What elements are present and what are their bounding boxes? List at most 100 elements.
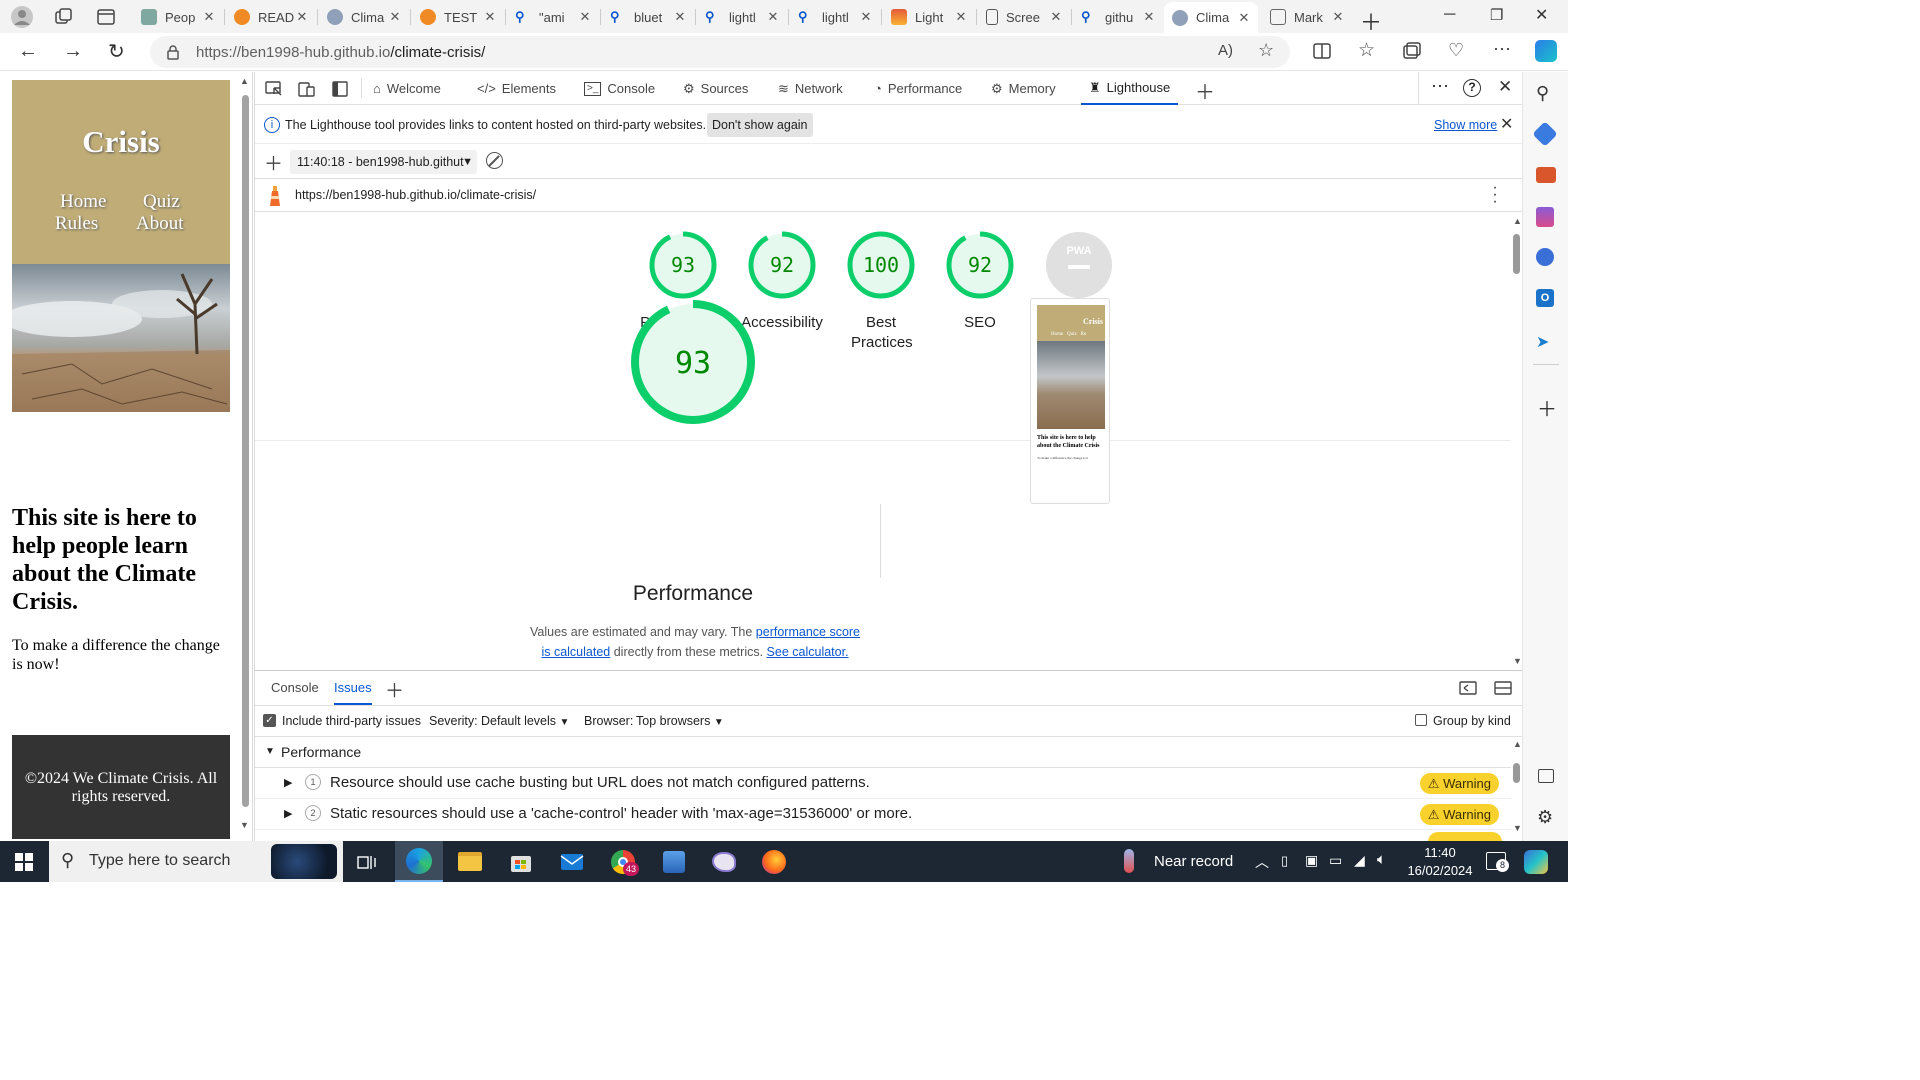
notification-center-icon[interactable]: 8 xyxy=(1486,852,1509,872)
browser-tab[interactable]: Mark ✕ xyxy=(1262,4,1352,30)
microsoft-store-icon[interactable] xyxy=(497,841,545,882)
mail-icon[interactable] xyxy=(548,841,596,882)
restore-icon[interactable]: ❐ xyxy=(1490,6,1503,24)
drawer-tab-issues[interactable]: Issues xyxy=(334,671,372,705)
firefox-icon[interactable] xyxy=(750,841,798,882)
close-tab-icon[interactable]: ✕ xyxy=(672,9,688,25)
nav-home-link[interactable]: Home xyxy=(60,191,106,213)
nav-about-link[interactable]: About xyxy=(136,213,184,235)
edge-taskbar-icon[interactable] xyxy=(395,841,443,882)
search-icon[interactable]: ⚲ xyxy=(1536,83,1549,104)
help-icon[interactable]: ? xyxy=(1463,79,1481,97)
toggle-drawer-icon[interactable] xyxy=(1494,680,1512,696)
address-bar[interactable]: https://ben1998-hub.github.io/climate-cr… xyxy=(150,36,1290,68)
report-scroll-thumb[interactable] xyxy=(1513,234,1520,274)
browser-tab[interactable]: READ ✕ xyxy=(226,4,316,30)
group-by-kind-checkbox[interactable] xyxy=(1415,714,1427,726)
browser-essentials-icon[interactable]: ♡ xyxy=(1448,40,1464,61)
page-scrollbar-thumb[interactable] xyxy=(242,95,249,807)
paint-icon[interactable] xyxy=(700,841,748,882)
tab-memory[interactable]: ⚙ Memory xyxy=(991,72,1056,105)
weather-text[interactable]: Near record xyxy=(1154,853,1233,870)
close-tab-icon[interactable]: ✕ xyxy=(1330,9,1346,25)
split-screen-icon[interactable] xyxy=(1313,42,1331,60)
browser-tab[interactable]: ⚲ lightl ✕ xyxy=(697,4,787,30)
tab-performance[interactable]: ◔ Performance xyxy=(874,72,962,105)
close-tab-icon[interactable]: ✕ xyxy=(765,9,781,25)
outlook-icon[interactable]: O xyxy=(1536,289,1554,307)
copilot-icon[interactable] xyxy=(1535,40,1557,62)
close-tab-icon[interactable]: ✕ xyxy=(1048,9,1064,25)
scroll-down-icon[interactable]: ▼ xyxy=(240,820,249,830)
include-third-party-checkbox[interactable]: ✓ xyxy=(263,714,276,727)
scroll-down-icon[interactable]: ▼ xyxy=(1513,656,1522,666)
sidebar-settings-gear-icon[interactable]: ⚙ xyxy=(1537,807,1553,828)
dock-drawer-icon[interactable] xyxy=(1459,680,1477,696)
hide-sidebar-icon[interactable] xyxy=(1538,769,1554,783)
tab-network[interactable]: ≋ Network xyxy=(778,72,843,105)
meet-icon[interactable]: ▣ xyxy=(1305,852,1318,869)
close-tab-icon[interactable]: ✕ xyxy=(1141,9,1157,25)
issue-group-header[interactable]: ▼ Performance xyxy=(255,737,1511,768)
tab-welcome[interactable]: ⌂ Welcome xyxy=(373,72,441,105)
profile-avatar-icon[interactable] xyxy=(10,5,34,29)
severity-dropdown[interactable]: Default levels ▼ xyxy=(481,714,569,728)
device-emulation-icon[interactable] xyxy=(298,80,316,98)
favorites-icon[interactable]: ☆ xyxy=(1358,39,1375,62)
drawer-scroll-thumb[interactable] xyxy=(1513,763,1520,783)
volume-icon[interactable]: 🔈︎ xyxy=(1377,851,1386,868)
browser-tab[interactable]: Light ✕ xyxy=(883,4,975,30)
report-menu-icon[interactable]: · · · xyxy=(1492,180,1498,210)
show-more-link[interactable]: Show more xyxy=(1434,118,1497,132)
task-view-icon[interactable] xyxy=(343,841,391,882)
read-aloud-icon[interactable]: A) xyxy=(1218,42,1233,59)
collections-icon[interactable] xyxy=(1403,42,1421,60)
copilot-taskbar-icon[interactable] xyxy=(1524,850,1548,874)
report-url-link[interactable]: https://ben1998-hub.github.io/climate-cr… xyxy=(295,188,536,202)
issue-row[interactable]: ▶ 1 Resource should use cache busting bu… xyxy=(255,768,1511,799)
photos-icon[interactable] xyxy=(650,841,698,882)
browser-tab[interactable]: ⚲ bluet ✕ xyxy=(602,4,694,30)
scroll-up-icon[interactable]: ▲ xyxy=(240,76,249,86)
toggle-sidebar-icon[interactable] xyxy=(331,80,349,98)
battery-icon[interactable]: ▭ xyxy=(1329,852,1342,869)
network-icon[interactable]: ◢ xyxy=(1354,852,1365,869)
device-icon[interactable]: ▯ xyxy=(1281,853,1288,869)
browser-tab-active[interactable]: Clima ✕ xyxy=(1164,2,1258,33)
send-icon[interactable]: ➤ xyxy=(1536,332,1549,352)
file-explorer-icon[interactable] xyxy=(446,841,494,882)
close-window-icon[interactable]: ✕ xyxy=(1535,5,1548,25)
windows-start-icon[interactable] xyxy=(15,853,33,871)
clock-date[interactable]: 16/02/2024 xyxy=(1404,863,1476,878)
scroll-up-icon[interactable]: ▲ xyxy=(1513,216,1522,226)
games-icon[interactable] xyxy=(1536,207,1554,227)
chrome-icon[interactable]: 43 xyxy=(599,841,647,882)
tools-icon[interactable] xyxy=(1536,167,1556,183)
customize-more-icon[interactable]: ⋯ xyxy=(1431,76,1449,97)
report-select[interactable]: 11:40:18 - ben1998-hub.githut ▼ xyxy=(290,150,477,174)
close-devtools-icon[interactable]: ✕ xyxy=(1498,77,1512,97)
shopping-tag-icon[interactable] xyxy=(1532,121,1558,147)
dont-show-again-button[interactable]: Don't show again xyxy=(707,113,813,137)
final-screenshot-thumbnail[interactable]: Crisis Home Quiz Ru This site is here to… xyxy=(1030,298,1110,504)
tab-console[interactable]: >_ Console xyxy=(584,72,655,105)
show-hidden-icons-chevron-icon[interactable]: ︿ xyxy=(1255,852,1269,872)
microsoft-365-icon[interactable] xyxy=(1536,248,1554,266)
new-report-plus-icon[interactable]: ＋ xyxy=(264,149,283,176)
scroll-down-icon[interactable]: ▼ xyxy=(1513,823,1522,833)
minimize-icon[interactable]: ─ xyxy=(1444,6,1455,24)
nav-rules-link[interactable]: Rules xyxy=(55,213,98,235)
lock-icon[interactable] xyxy=(166,44,180,60)
browser-tab[interactable]: ⚲ "ami ✕ xyxy=(507,4,599,30)
browser-tab[interactable]: Scree ✕ xyxy=(978,4,1070,30)
tab-elements[interactable]: </> Elements xyxy=(477,72,556,105)
clear-reports-icon[interactable] xyxy=(486,152,503,169)
browser-dropdown[interactable]: Top browsers ▼ xyxy=(636,714,724,728)
add-sidebar-app-icon[interactable]: ＋ xyxy=(1537,393,1557,422)
gauge-best-practices[interactable]: 100 Best Practices xyxy=(831,230,931,353)
close-tab-icon[interactable]: ✕ xyxy=(201,9,217,25)
browser-tab[interactable]: ⚲ githu ✕ xyxy=(1073,4,1163,30)
browser-tab[interactable]: ⚲ lightl ✕ xyxy=(790,4,880,30)
tab-lighthouse[interactable]: ♜ Lighthouse xyxy=(1081,72,1179,105)
close-tab-icon[interactable]: ✕ xyxy=(858,9,874,25)
